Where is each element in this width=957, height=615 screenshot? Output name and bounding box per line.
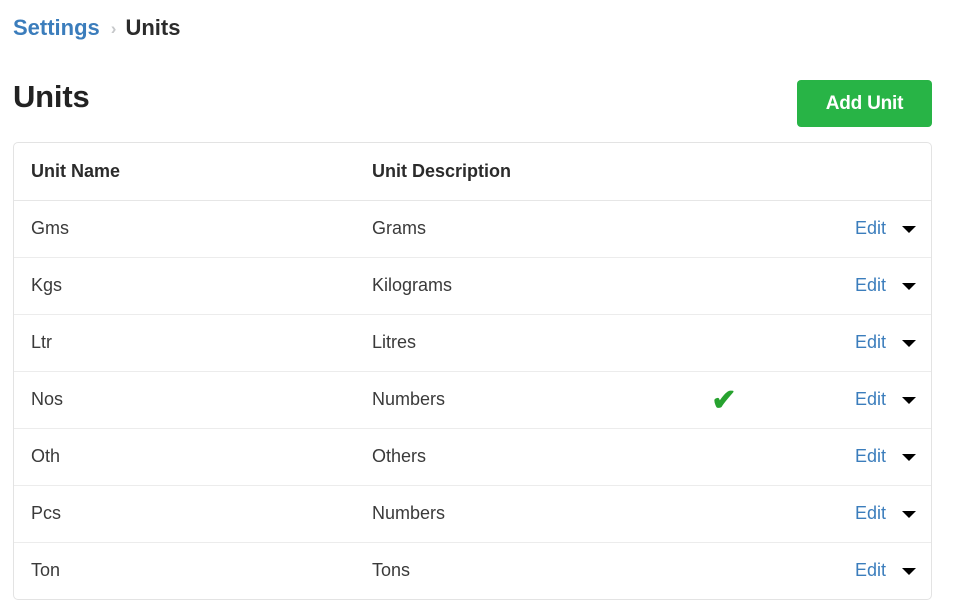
chevron-down-icon[interactable] (902, 397, 916, 404)
column-header-default-flag (661, 143, 801, 201)
column-header-actions (801, 143, 931, 201)
cell-unit-name: Gms (31, 218, 69, 238)
cell-unit-name: Pcs (31, 503, 62, 523)
chevron-down-icon[interactable] (902, 454, 916, 461)
table-row: Gms Grams Edit (14, 200, 931, 257)
cell-unit-description: Kilograms (372, 275, 453, 295)
cell-default-flag (661, 257, 801, 314)
cell-unit-name: Ton (31, 560, 61, 581)
action-group: Edit (801, 275, 916, 296)
edit-link[interactable]: Edit (855, 446, 886, 467)
breadcrumb-link-settings[interactable]: Settings (13, 17, 100, 39)
table-row: Oth Others Edit (14, 428, 931, 485)
breadcrumb-current-units: Units (125, 15, 181, 40)
chevron-down-icon[interactable] (902, 511, 916, 518)
cell-actions: Edit (801, 428, 931, 485)
chevron-right-icon: › (110, 18, 117, 38)
add-unit-button[interactable]: Add Unit (797, 80, 932, 127)
cell-unit-description: Tons (372, 560, 411, 581)
chevron-down-icon[interactable] (902, 226, 916, 233)
cell-unit-name: Kgs (31, 275, 63, 295)
cell-default-flag (661, 485, 801, 542)
table-row: Kgs Kilograms Edit (14, 257, 931, 314)
cell-unit-name: Oth (31, 446, 61, 466)
check-icon: ✔ (711, 383, 737, 417)
chevron-down-icon[interactable] (902, 340, 916, 347)
action-group: Edit (801, 389, 916, 410)
units-table: Unit Name Unit Description Gms Grams Edit K… (14, 143, 931, 599)
cell-unit-description: Numbers (372, 503, 446, 523)
cell-actions: Edit (801, 200, 931, 257)
table-header: Unit Name Unit Description (14, 143, 931, 201)
cell-actions: Edit (801, 542, 931, 599)
table-body: Gms Grams Edit Kgs Kilograms Edit Ltr Litres Edi… (14, 200, 931, 599)
action-group: Edit (801, 503, 916, 524)
cell-actions: Edit (801, 314, 931, 371)
table-row: Pcs Numbers Edit (14, 485, 931, 542)
action-group: Edit (801, 560, 916, 581)
cell-unit-name: Ltr (31, 332, 53, 352)
table-row: Ton Tons Edit (14, 542, 931, 599)
cell-unit-description: Numbers (372, 389, 446, 409)
table-header-row: Unit Name Unit Description (14, 143, 931, 201)
cell-actions: Edit (801, 371, 931, 428)
cell-unit-description: Litres (372, 332, 417, 352)
table-row: Ltr Litres Edit (14, 314, 931, 371)
cell-unit-description: Grams (372, 218, 426, 238)
cell-default-flag (661, 428, 801, 485)
edit-link[interactable]: Edit (855, 560, 886, 581)
chevron-down-icon[interactable] (902, 568, 916, 576)
cell-default-flag (661, 542, 801, 599)
edit-link[interactable]: Edit (855, 503, 886, 524)
units-settings-page: Settings › Units Units Add Unit Unit Nam… (0, 0, 957, 615)
edit-link[interactable]: Edit (855, 218, 886, 239)
table-row: Nos Numbers ✔ Edit (14, 371, 931, 428)
cell-default-flag: ✔ (661, 371, 801, 428)
column-header-unit-description: Unit Description (351, 143, 661, 201)
action-group: Edit (801, 218, 916, 239)
cell-actions: Edit (801, 257, 931, 314)
cell-default-flag (661, 200, 801, 257)
chevron-down-icon[interactable] (902, 283, 916, 290)
breadcrumb: Settings › Units (13, 17, 180, 39)
page-title: Units (13, 79, 90, 114)
action-group: Edit (801, 446, 916, 467)
cell-unit-description: Others (372, 446, 427, 466)
cell-unit-name: Nos (31, 389, 64, 409)
cell-default-flag (661, 314, 801, 371)
cell-actions: Edit (801, 485, 931, 542)
units-table-card: Unit Name Unit Description Gms Grams Edit K… (13, 142, 932, 600)
edit-link[interactable]: Edit (855, 275, 886, 296)
edit-link[interactable]: Edit (855, 332, 886, 353)
edit-link[interactable]: Edit (855, 389, 886, 410)
column-header-unit-name: Unit Name (14, 143, 351, 201)
action-group: Edit (801, 332, 916, 353)
